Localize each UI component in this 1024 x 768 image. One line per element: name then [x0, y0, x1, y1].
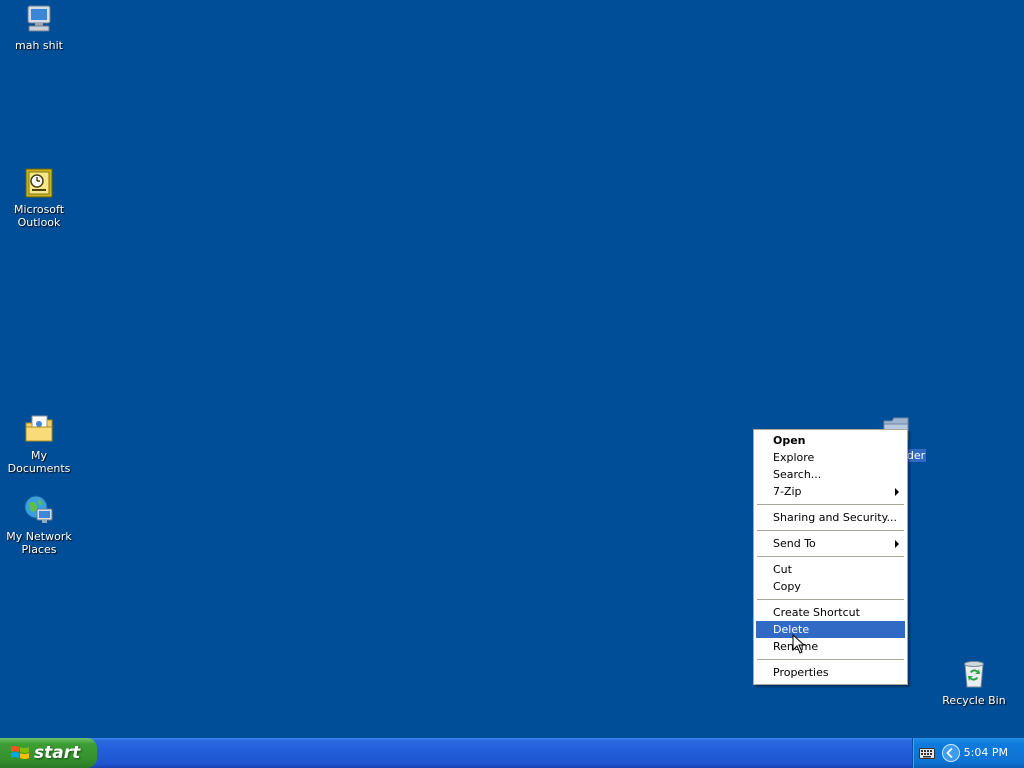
recycle-bin-icon — [964, 661, 984, 688]
my-documents-icon — [25, 415, 53, 442]
desktop-icon-label: mah shit — [15, 39, 63, 52]
desktop[interactable]: mah shit Microsoft Outlook My Documents — [0, 0, 1024, 738]
start-button[interactable]: start — [0, 738, 97, 768]
menu-item-send-to[interactable]: Send To — [756, 535, 905, 552]
keyboard-icon[interactable] — [919, 746, 935, 760]
menu-separator — [757, 530, 904, 531]
menu-separator — [757, 504, 904, 505]
desktop-icon-label: My Documents — [7, 449, 71, 475]
menu-separator — [757, 599, 904, 600]
my-computer-icon — [27, 5, 51, 32]
submenu-arrow-icon — [895, 488, 899, 496]
clock[interactable]: 5:04 PM — [964, 738, 1008, 768]
menu-item-label: 7-Zip — [773, 485, 802, 498]
context-menu: Open Explore Search... 7-Zip Sharing and… — [753, 429, 908, 685]
menu-item-copy[interactable]: Copy — [756, 578, 905, 595]
windows-logo-icon — [11, 746, 29, 759]
menu-item-search[interactable]: Search... — [756, 466, 905, 483]
show-hidden-icons-icon[interactable] — [942, 744, 960, 762]
menu-separator — [757, 556, 904, 557]
menu-item-create-shortcut[interactable]: Create Shortcut — [756, 604, 905, 621]
desktop-icon-label: der — [905, 449, 927, 462]
menu-item-7zip[interactable]: 7-Zip — [756, 483, 905, 500]
desktop-icon-my-documents[interactable]: My Documents — [1, 413, 77, 475]
outlook-icon — [25, 168, 53, 198]
submenu-arrow-icon — [895, 540, 899, 548]
desktop-icon-label: My Network Places — [6, 530, 72, 556]
desktop-icon-label: Microsoft Outlook — [13, 203, 65, 229]
menu-item-explore[interactable]: Explore — [756, 449, 905, 466]
mouse-pointer-icon — [792, 634, 806, 654]
start-label: start — [34, 743, 81, 763]
menu-item-label: Send To — [773, 537, 816, 550]
menu-item-properties[interactable]: Properties — [756, 664, 905, 681]
desktop-icon-label: Recycle Bin — [942, 694, 1006, 707]
menu-item-open[interactable]: Open — [756, 432, 905, 449]
menu-item-delete[interactable]: Delete — [756, 621, 905, 638]
desktop-icon-outlook[interactable]: Microsoft Outlook — [1, 167, 77, 229]
desktop-icon-network-places[interactable]: My Network Places — [1, 494, 77, 556]
desktop-icon-my-computer[interactable]: mah shit — [1, 3, 77, 52]
menu-item-sharing-security[interactable]: Sharing and Security... — [756, 509, 905, 526]
system-tray: 5:04 PM — [912, 738, 1024, 768]
menu-item-cut[interactable]: Cut — [756, 561, 905, 578]
network-places-icon — [24, 495, 53, 523]
desktop-icon-recycle-bin[interactable]: Recycle Bin — [936, 658, 1012, 707]
taskbar: start 5:04 PM — [0, 738, 1024, 768]
menu-separator — [757, 659, 904, 660]
menu-item-rename[interactable]: Rename — [756, 638, 905, 655]
